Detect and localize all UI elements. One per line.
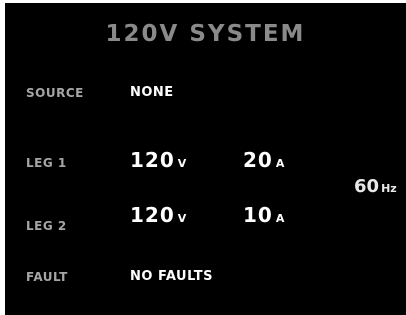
- leg2-voltage: 120 V: [130, 203, 186, 227]
- leg2-current-value: 10: [243, 203, 273, 227]
- leg2-label: LEG 2: [26, 219, 67, 233]
- leg2-current-unit: A: [275, 212, 285, 225]
- fault-label: FAULT: [26, 270, 68, 284]
- frequency-value: 60: [354, 176, 380, 197]
- screen-title: 120V SYSTEM: [105, 21, 306, 47]
- frequency-unit: Hz: [381, 182, 397, 195]
- leg1-current-unit: A: [275, 157, 285, 170]
- leg1-current-value: 20: [243, 148, 273, 172]
- fault-value: NO FAULTS: [130, 269, 213, 284]
- leg2-voltage-unit: V: [177, 212, 187, 225]
- leg1-voltage: 120 V: [130, 148, 186, 172]
- leg2-voltage-value: 120: [130, 203, 175, 227]
- leg1-label: LEG 1: [26, 156, 67, 170]
- leg1-voltage-value: 120: [130, 148, 175, 172]
- system-status-screen: 120V SYSTEM SOURCE NONE LEG 1 120 V 20 A L…: [5, 3, 406, 315]
- leg2-current: 10 A: [243, 203, 284, 227]
- leg1-current: 20 A: [243, 148, 284, 172]
- source-label: SOURCE: [26, 86, 84, 100]
- leg1-voltage-unit: V: [177, 157, 187, 170]
- source-value: NONE: [130, 85, 174, 100]
- frequency-readout: 60 Hz: [354, 176, 397, 197]
